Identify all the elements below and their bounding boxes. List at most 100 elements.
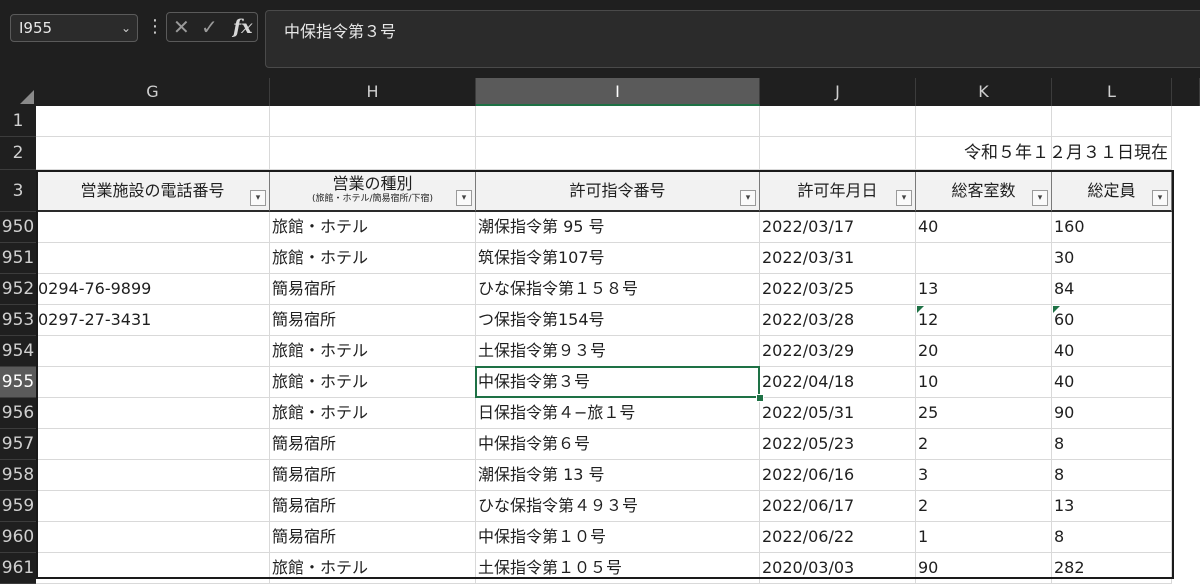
table-cell-g[interactable]: 0294-76-9899 [36, 274, 270, 305]
select-all-button[interactable] [0, 78, 36, 106]
table-cell-h[interactable]: 簡易宿所 [270, 522, 476, 553]
table-cell-g[interactable] [36, 429, 270, 460]
table-cell-j[interactable]: 2022/05/31 [760, 398, 916, 429]
column-header-k[interactable]: K [916, 78, 1052, 106]
table-cell-h[interactable]: 旅館・ホテル [270, 243, 476, 274]
cell-h1[interactable] [270, 106, 476, 137]
table-cell-k[interactable]: 13 [916, 274, 1052, 305]
row-header-957[interactable]: 957 [0, 429, 36, 460]
filter-dropdown-icon[interactable]: ▾ [1032, 190, 1048, 206]
check-icon[interactable]: ✓ [201, 15, 218, 39]
table-cell-l[interactable]: 30 [1052, 243, 1172, 274]
table-cell-h[interactable]: 簡易宿所 [270, 491, 476, 522]
table-cell-j[interactable]: 2022/03/17 [760, 212, 916, 243]
insert-function-icon[interactable]: fx [233, 15, 253, 39]
cell-g2[interactable] [36, 137, 270, 170]
filter-dropdown-icon[interactable]: ▾ [456, 190, 472, 206]
table-cell-h[interactable]: 旅館・ホテル [270, 398, 476, 429]
table-cell-l[interactable]: 160 [1052, 212, 1172, 243]
table-cell-i[interactable]: 中保指令第１０号 [476, 522, 760, 553]
table-cell-i[interactable]: ひな保指令第４９３号 [476, 491, 760, 522]
row-header-958[interactable]: 958 [0, 460, 36, 491]
table-cell-g[interactable] [36, 522, 270, 553]
filter-dropdown-icon[interactable]: ▾ [740, 190, 756, 206]
table-cell-k[interactable]: 90 [916, 553, 1052, 584]
table-cell-l[interactable]: 40 [1052, 367, 1172, 398]
table-cell-j[interactable]: 2022/03/25 [760, 274, 916, 305]
table-cell-g[interactable] [36, 367, 270, 398]
table-cell-k[interactable]: 25 [916, 398, 1052, 429]
row-header-3[interactable]: 3 [0, 170, 36, 212]
table-cell-l[interactable]: 8 [1052, 460, 1172, 491]
chevron-down-icon[interactable]: ⌄ [121, 15, 131, 41]
table-cell-j[interactable]: 2022/03/29 [760, 336, 916, 367]
table-cell-k[interactable]: 1 [916, 522, 1052, 553]
table-cell-k[interactable]: 2 [916, 429, 1052, 460]
table-cell-j[interactable]: 2022/03/28 [760, 305, 916, 336]
row-header-953[interactable]: 953 [0, 305, 36, 336]
table-cell-g[interactable]: 0297-27-3431 [36, 305, 270, 336]
fill-handle[interactable] [756, 394, 764, 402]
table-cell-h[interactable]: 簡易宿所 [270, 429, 476, 460]
column-header-i[interactable]: I [476, 78, 760, 106]
table-cell-l[interactable]: 60 [1052, 305, 1172, 336]
row-header-2[interactable]: 2 [0, 137, 36, 170]
table-cell-i[interactable]: 中保指令第６号 [476, 429, 760, 460]
table-cell-h[interactable]: 旅館・ホテル [270, 553, 476, 584]
column-header-h[interactable]: H [270, 78, 476, 106]
table-cell-h[interactable]: 簡易宿所 [270, 460, 476, 491]
row-header-959[interactable]: 959 [0, 491, 36, 522]
table-cell-i[interactable]: 日保指令第４−旅１号 [476, 398, 760, 429]
row-header-950[interactable]: 950 [0, 212, 36, 243]
name-box[interactable]: I955 ⌄ [10, 14, 138, 42]
row-header-960[interactable]: 960 [0, 522, 36, 553]
table-cell-k[interactable]: 3 [916, 460, 1052, 491]
column-header-l[interactable]: L [1052, 78, 1172, 106]
table-cell-h[interactable]: 簡易宿所 [270, 274, 476, 305]
table-cell-j[interactable]: 2022/03/31 [760, 243, 916, 274]
table-cell-i[interactable]: 筑保指令第107号 [476, 243, 760, 274]
table-cell-l[interactable]: 90 [1052, 398, 1172, 429]
error-indicator-icon[interactable] [917, 306, 924, 313]
table-cell-i[interactable]: 土保指令第９３号 [476, 336, 760, 367]
error-indicator-icon[interactable] [1053, 306, 1060, 313]
row-header-961[interactable]: 961 [0, 553, 36, 584]
row-header-956[interactable]: 956 [0, 398, 36, 429]
table-cell-h[interactable]: 旅館・ホテル [270, 367, 476, 398]
row-header-1[interactable]: 1 [0, 106, 36, 137]
cell-h2[interactable] [270, 137, 476, 170]
close-icon[interactable]: ✕ [173, 15, 190, 39]
cell-j2[interactable] [760, 137, 916, 170]
table-cell-k[interactable]: 2 [916, 491, 1052, 522]
table-cell-g[interactable] [36, 398, 270, 429]
table-cell-g[interactable] [36, 553, 270, 584]
row-header-955[interactable]: 955 [0, 367, 36, 398]
table-cell-k[interactable]: 10 [916, 367, 1052, 398]
table-cell-j[interactable]: 2020/03/03 [760, 553, 916, 584]
formula-input[interactable]: 中保指令第３号 [265, 10, 1200, 68]
table-cell-g[interactable] [36, 243, 270, 274]
table-cell-j[interactable]: 2022/06/16 [760, 460, 916, 491]
table-cell-j[interactable]: 2022/06/17 [760, 491, 916, 522]
table-cell-k[interactable]: 20 [916, 336, 1052, 367]
table-cell-i[interactable]: 中保指令第３号 [476, 367, 760, 398]
table-cell-j[interactable]: 2022/06/22 [760, 522, 916, 553]
table-cell-l[interactable]: 282 [1052, 553, 1172, 584]
cell-k1[interactable] [916, 106, 1052, 137]
filter-dropdown-icon[interactable]: ▾ [896, 190, 912, 206]
row-header-952[interactable]: 952 [0, 274, 36, 305]
table-cell-i[interactable]: 土保指令第１０５号 [476, 553, 760, 584]
column-header-g[interactable]: G [36, 78, 270, 106]
table-cell-g[interactable] [36, 336, 270, 367]
cell-g1[interactable] [36, 106, 270, 137]
table-cell-l[interactable]: 84 [1052, 274, 1172, 305]
table-cell-g[interactable] [36, 460, 270, 491]
table-cell-i[interactable]: 潮保指令第 95 号 [476, 212, 760, 243]
row-header-954[interactable]: 954 [0, 336, 36, 367]
table-cell-j[interactable]: 2022/04/18 [760, 367, 916, 398]
table-cell-j[interactable]: 2022/05/23 [760, 429, 916, 460]
filter-dropdown-icon[interactable]: ▾ [250, 190, 266, 206]
table-cell-k[interactable] [916, 243, 1052, 274]
table-cell-h[interactable]: 簡易宿所 [270, 305, 476, 336]
cell-j1[interactable] [760, 106, 916, 137]
